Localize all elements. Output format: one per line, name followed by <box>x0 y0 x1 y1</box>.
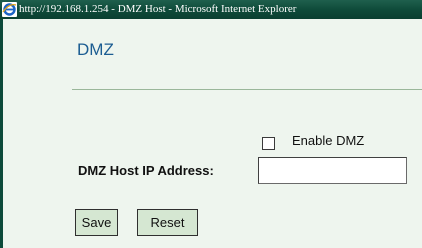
title-bar: http://192.168.1.254 - DMZ Host - Micros… <box>0 0 422 19</box>
ie-icon <box>2 2 17 17</box>
title-divider <box>72 89 422 90</box>
page-title: DMZ <box>77 40 114 59</box>
dmz-host-ip-input[interactable] <box>258 157 407 184</box>
window-title: http://192.168.1.254 - DMZ Host - Micros… <box>19 3 297 15</box>
enable-dmz-label: Enable DMZ <box>292 133 365 148</box>
enable-dmz-checkbox[interactable] <box>262 137 275 150</box>
save-button[interactable]: Save <box>75 209 118 236</box>
dmz-host-ip-label: DMZ Host IP Address: <box>78 163 214 178</box>
browser-window: http://192.168.1.254 - DMZ Host - Micros… <box>0 0 422 248</box>
reset-button[interactable]: Reset <box>137 209 198 236</box>
